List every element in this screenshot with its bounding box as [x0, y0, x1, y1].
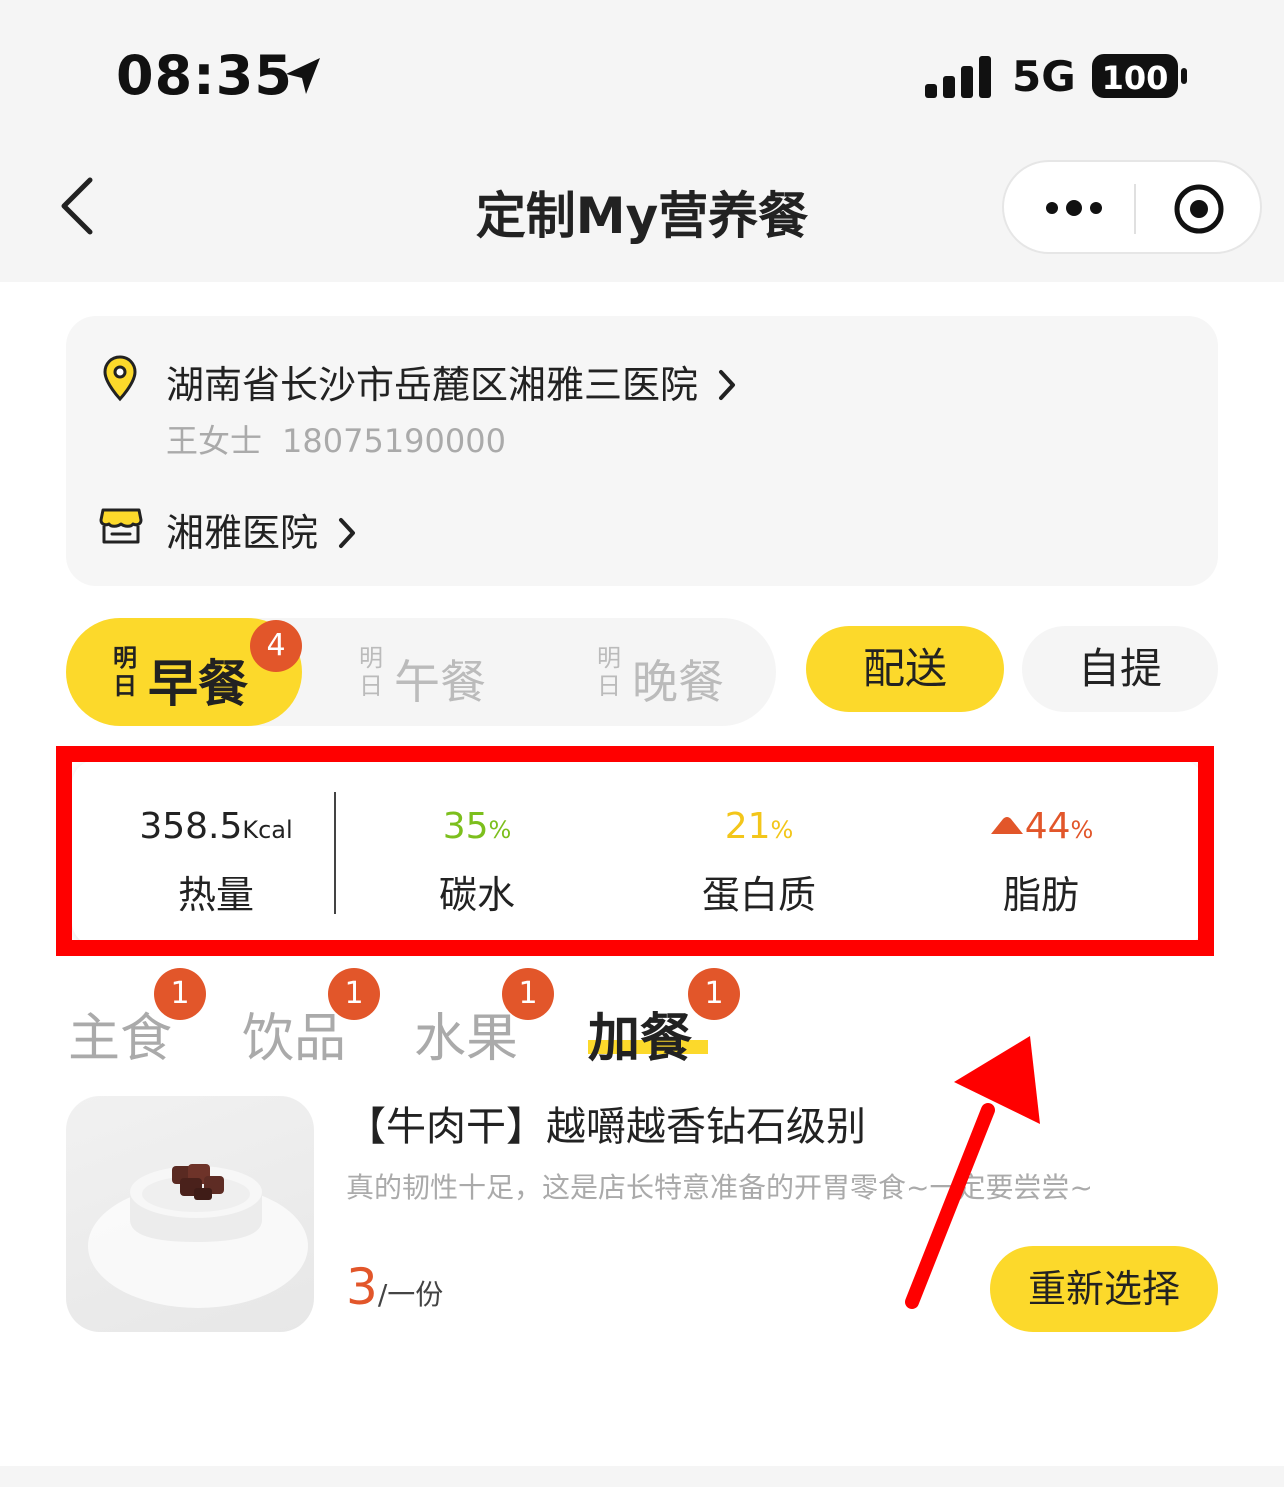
- product-description: 真的韧性十足，这是店长特意准备的开胃零食~一定要尝尝~: [346, 1171, 1093, 1204]
- category-badge: 1: [328, 968, 380, 1020]
- tab-drinks[interactable]: 饮品: [242, 996, 346, 1071]
- close-target-icon[interactable]: [1172, 182, 1226, 236]
- status-time: 08:35: [116, 44, 293, 107]
- address-card[interactable]: 湖南省长沙市岳麓区湘雅三医院 王女士 18075190000 湘雅医院: [66, 316, 1218, 586]
- product-price-row: 3/一份: [346, 1258, 443, 1316]
- meal-label: 早餐: [148, 655, 248, 713]
- contact-name: 王女士: [166, 422, 263, 460]
- store-icon: [99, 508, 143, 544]
- address-line[interactable]: 湖南省长沙市岳麓区湘雅三医院: [166, 354, 738, 409]
- chevron-right-icon: [719, 370, 736, 400]
- address-text: 湖南省长沙市岳麓区湘雅三医院: [166, 363, 699, 407]
- meal-label: 晚餐: [632, 655, 724, 709]
- nav-bar: 定制My营养餐: [0, 150, 1284, 282]
- meal-prefix: 明日: [359, 644, 383, 700]
- network-type: 5G: [1012, 52, 1076, 101]
- chevron-right-icon: [339, 518, 356, 548]
- cart-count-badge: 4: [250, 620, 302, 672]
- capsule-divider: [1134, 184, 1136, 234]
- annotation-highlight-box: [56, 746, 1214, 956]
- contact-info: 王女士 18075190000: [166, 416, 506, 462]
- jerky-bowl-illustration: [88, 1164, 308, 1308]
- tab-snacks[interactable]: 加餐: [588, 996, 692, 1071]
- battery-level: 100: [1102, 59, 1169, 97]
- bottom-bar: [0, 1466, 1284, 1487]
- product-price: 3: [346, 1258, 378, 1316]
- status-bar: 08:35 5G 100: [0, 0, 1284, 150]
- meal-label: 午餐: [394, 655, 486, 709]
- product-name: 【牛肉干】越嚼越香钻石级别: [346, 1104, 866, 1150]
- battery-icon: 100: [1092, 54, 1187, 98]
- product-image[interactable]: [66, 1096, 314, 1332]
- pickup-button[interactable]: 自提: [1022, 626, 1218, 712]
- tab-fruit[interactable]: 水果: [414, 996, 518, 1071]
- meal-prefix: 明日: [113, 644, 137, 700]
- tab-lunch[interactable]: 明日 午餐: [316, 618, 536, 726]
- more-icon[interactable]: [1042, 190, 1106, 226]
- meal-prefix: 明日: [597, 644, 621, 700]
- delivery-button[interactable]: 配送: [806, 626, 1004, 712]
- location-pin-icon: [103, 355, 137, 402]
- contact-phone: 18075190000: [282, 422, 506, 460]
- category-badge: 1: [688, 968, 740, 1020]
- mini-program-capsule: [1002, 160, 1262, 254]
- store-name: 湘雅医院: [166, 511, 319, 555]
- reselect-button[interactable]: 重新选择: [990, 1246, 1218, 1332]
- tab-breakfast[interactable]: 明日 早餐 4: [66, 618, 302, 726]
- product-unit: /一份: [377, 1278, 444, 1311]
- tab-staple[interactable]: 主食: [68, 996, 172, 1071]
- signal-icon: [925, 56, 991, 98]
- meal-tabs: 明日 早餐 4 明日 午餐 明日 晚餐: [66, 618, 776, 726]
- store-line[interactable]: 湘雅医院: [166, 502, 358, 557]
- category-badge: 1: [502, 968, 554, 1020]
- tab-dinner[interactable]: 明日 晚餐: [554, 618, 774, 726]
- category-badge: 1: [154, 968, 206, 1020]
- location-arrow-icon: [286, 58, 320, 94]
